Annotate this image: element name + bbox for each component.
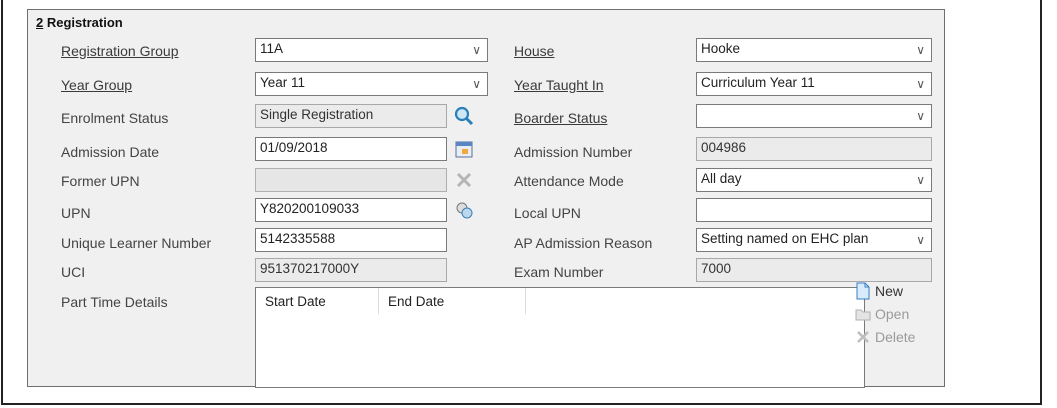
former-upn-label: Former UPN [61,173,140,189]
exam-number-field: 7000 [696,258,932,282]
chevron-down-icon: ∨ [916,43,925,57]
year-taught-in-select[interactable]: Curriculum Year 11 ∨ [696,72,932,96]
grid-header-end-date[interactable]: End Date [379,288,526,314]
enrolment-status-field: Single Registration [255,104,447,128]
part-time-label: Part Time Details [61,294,168,310]
delete-button[interactable]: Delete [855,329,915,345]
local-upn-label: Local UPN [514,205,581,221]
admission-number-label: Admission Number [514,144,633,160]
year-group-label[interactable]: Year Group [61,77,132,93]
house-select[interactable]: Hooke ∨ [696,38,932,62]
uln-label: Unique Learner Number [61,235,212,251]
new-button[interactable]: New [855,282,903,300]
delete-icon [857,331,869,343]
chevron-down-icon: ∨ [472,43,481,57]
registration-group-label[interactable]: Registration Group [61,43,179,59]
calendar-icon[interactable] [451,137,477,161]
part-time-grid[interactable]: Start Date End Date [255,287,865,388]
boarder-status-select[interactable]: ∨ [696,104,932,128]
folder-icon [855,309,871,321]
chevron-down-icon: ∨ [916,233,925,247]
generate-upn-icon[interactable] [451,198,477,222]
attendance-mode-select[interactable]: All day ∨ [696,168,932,192]
uln-input[interactable]: 5142335588 [255,228,447,252]
registration-group-select[interactable]: 11A ∨ [255,38,488,62]
enrolment-status-label: Enrolment Status [61,110,169,126]
admission-date-input[interactable]: 01/09/2018 [255,137,447,161]
chevron-down-icon: ∨ [916,77,925,91]
uci-field: 951370217000Y [255,258,447,282]
year-group-select[interactable]: Year 11 ∨ [255,72,488,96]
new-document-icon [856,282,870,300]
chevron-down-icon: ∨ [916,173,925,187]
attendance-mode-label: Attendance Mode [514,173,624,189]
uci-label: UCI [61,264,86,280]
exam-number-label: Exam Number [514,264,604,280]
panel-title: 2 Registration [36,15,123,30]
former-upn-field [255,168,447,192]
chevron-down-icon: ∨ [472,77,481,91]
admission-date-label: Admission Date [61,144,160,160]
year-taught-in-label[interactable]: Year Taught In [514,77,604,93]
admission-number-field: 004986 [696,137,932,161]
ap-admission-reason-select[interactable]: Setting named on EHC plan ∨ [696,228,932,252]
registration-panel: 2 Registration Registration Group 11A ∨ … [27,9,945,388]
open-button[interactable]: Open [855,306,909,322]
clear-icon [451,168,477,192]
ap-admission-reason-label: AP Admission Reason [514,235,653,251]
local-upn-input[interactable] [696,198,932,222]
grid-header-start-date[interactable]: Start Date [256,288,379,314]
chevron-down-icon: ∨ [916,109,925,123]
upn-label: UPN [61,205,91,221]
upn-input[interactable]: Y820200109033 [255,198,447,222]
boarder-status-label[interactable]: Boarder Status [514,110,607,126]
house-label[interactable]: House [514,43,554,59]
magnifier-icon[interactable] [451,104,477,128]
